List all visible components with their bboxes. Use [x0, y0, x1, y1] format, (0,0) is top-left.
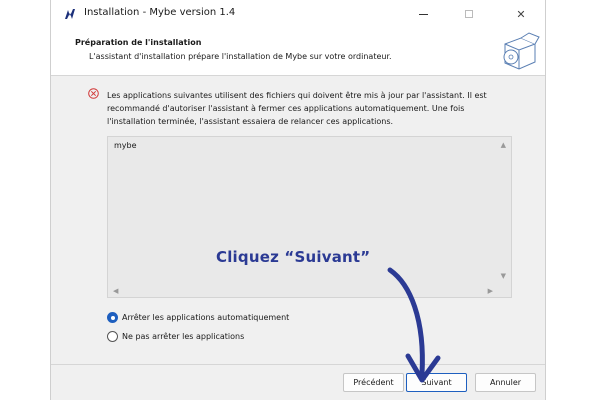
cancel-button[interactable]: Annuler: [475, 373, 536, 392]
title-bar: Installation - Mybe version 1.4 ✕: [51, 0, 545, 28]
scroll-up-icon[interactable]: ▲: [501, 141, 506, 149]
close-icon: ✕: [516, 7, 526, 21]
info-text: Les applications suivantes utilisent des…: [107, 91, 487, 126]
page-title: Préparation de l'installation: [75, 38, 202, 47]
scroll-right-icon[interactable]: ▶: [488, 287, 493, 295]
close-button[interactable]: ✕: [499, 0, 543, 28]
window-title: Installation - Mybe version 1.4: [84, 7, 236, 18]
maximize-button[interactable]: [447, 0, 491, 28]
mybe-logo-icon: [65, 9, 75, 19]
radio-label: Ne pas arrêter les applications: [122, 332, 245, 341]
wizard-content: Les applications suivantes utilisent des…: [51, 77, 545, 364]
error-circle-icon: [88, 88, 99, 99]
scroll-down-icon[interactable]: ▼: [501, 272, 506, 280]
scroll-left-icon[interactable]: ◀: [113, 287, 118, 295]
radio-keep-apps[interactable]: Ne pas arrêter les applications: [107, 331, 244, 342]
installer-window: Installation - Mybe version 1.4 ✕ Prépar…: [50, 0, 546, 400]
list-item[interactable]: mybe: [114, 141, 137, 150]
radio-button[interactable]: [107, 331, 118, 342]
minimize-icon: [418, 13, 428, 15]
radio-button-checked[interactable]: [107, 312, 118, 323]
radio-close-apps[interactable]: Arrêter les applications automatiquement: [107, 312, 289, 323]
minimize-button[interactable]: [401, 0, 445, 28]
page-subtitle: L'assistant d'installation prépare l'ins…: [89, 52, 392, 61]
annotation-text: Cliquez “Suivant”: [216, 248, 371, 266]
maximize-icon: [465, 10, 473, 18]
wizard-header: Préparation de l'installation L'assistan…: [51, 28, 545, 76]
radio-label: Arrêter les applications automatiquement: [122, 313, 290, 322]
software-box-icon: [503, 32, 540, 70]
wizard-footer: Précédent Suivant Annuler: [51, 364, 545, 400]
arrow-down-icon: [387, 267, 441, 383]
